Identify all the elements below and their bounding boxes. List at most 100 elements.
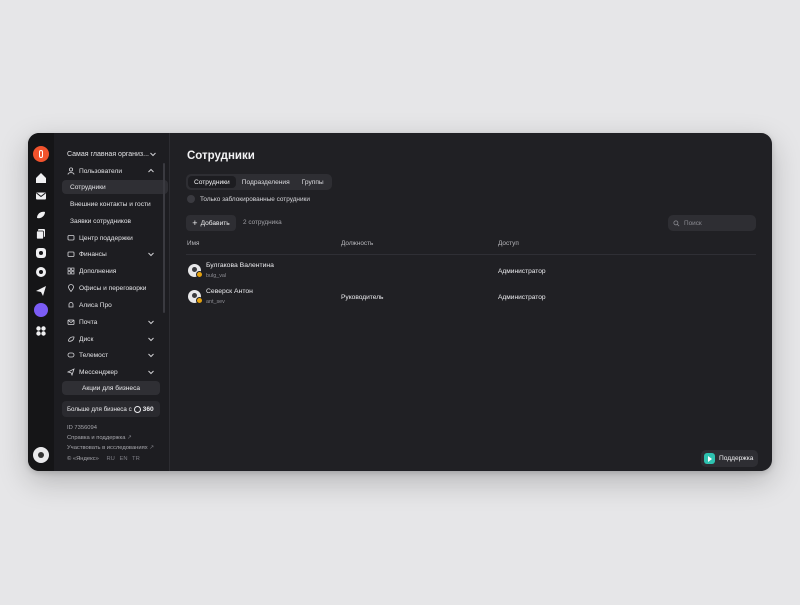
mail-icon[interactable] <box>34 189 48 203</box>
page-title: Сотрудники <box>187 150 255 162</box>
employee-login: bulg_val <box>206 273 227 279</box>
yandex-360-logo[interactable] <box>33 146 49 162</box>
alice-icon[interactable] <box>34 303 48 317</box>
help-link-label: Справка и поддержка <box>67 435 126 441</box>
sidebar-item-finances[interactable]: Финансы <box>62 247 160 261</box>
sidebar-item-users[interactable]: Пользователи <box>62 164 160 178</box>
sidebar-item-mail[interactable]: Почта <box>62 315 160 329</box>
lang-ru[interactable]: RU <box>106 456 114 462</box>
search-icon <box>673 219 680 226</box>
sidebar-item-label: Телемост <box>79 351 109 359</box>
sidebar-item-requests[interactable]: Заявки сотрудников <box>62 214 168 228</box>
sidebar-item-label: Офисы и переговорки <box>79 284 147 292</box>
chevron-up-icon <box>147 167 156 176</box>
sidebar-item-label: Финансы <box>79 250 107 258</box>
org-switcher[interactable]: Самая главная организ... <box>67 149 157 159</box>
footer-copyright-row: © «Яндекс» RU EN TR <box>67 456 143 462</box>
research-link[interactable]: Участвовать в исследованиях ↗ <box>67 445 154 451</box>
sidebar-item-label: Пользователи <box>79 167 123 175</box>
plus-icon: + <box>192 217 198 228</box>
sidebar-item-messenger[interactable]: Мессенджер <box>62 365 160 379</box>
lang-tr[interactable]: TR <box>132 456 140 462</box>
more-for-business-button[interactable]: Больше для бизнеса с 360 <box>62 401 160 417</box>
tab-groups[interactable]: Группы <box>296 176 330 188</box>
lang-en[interactable]: EN <box>119 456 127 462</box>
sidebar-item-offices[interactable]: Офисы и переговорки <box>62 281 160 295</box>
main-content: Сотрудники Сотрудники Подразделения Груп… <box>170 133 772 471</box>
chevron-down-icon <box>149 150 157 158</box>
tracker-icon[interactable] <box>34 246 48 260</box>
disk-icon <box>66 335 75 344</box>
sidebar-item-label: Диск <box>79 335 94 343</box>
send-icon <box>66 368 75 377</box>
sidebar-item-label: Внешние контакты и гости <box>70 200 151 208</box>
column-header-name: Имя <box>187 240 200 247</box>
tab-employees[interactable]: Сотрудники <box>188 176 236 188</box>
sidebar-item-label: Алиса Про <box>79 301 112 309</box>
yandex-360-badge: 360 <box>133 405 154 413</box>
chat-icon <box>66 234 75 243</box>
sidebar-item-support-center[interactable]: Центр поддержки <box>62 231 160 245</box>
sidebar-item-external-contacts[interactable]: Внешние контакты и гости <box>62 197 168 211</box>
sidebar-item-alice[interactable]: Алиса Про <box>62 298 160 312</box>
home-icon[interactable] <box>34 171 48 185</box>
location-pin-icon <box>66 284 75 293</box>
employee-access: Администратор <box>498 268 546 275</box>
service-rail <box>28 133 54 471</box>
sidebar-item-telemost[interactable]: Телемост <box>62 348 160 362</box>
bell-icon <box>66 301 75 310</box>
support-button[interactable]: Поддержка <box>701 450 758 467</box>
video-icon <box>66 351 75 360</box>
mail-icon <box>66 318 75 327</box>
sidebar-item-label: Заявки сотрудников <box>70 217 132 225</box>
messenger-icon[interactable] <box>34 284 48 298</box>
brand-360-label: 360 <box>142 405 154 413</box>
help-link[interactable]: Справка и поддержка ↗ <box>67 435 132 441</box>
add-label: Добавить <box>200 219 230 227</box>
column-header-access: Доступ <box>498 240 519 247</box>
tab-bar: Сотрудники Подразделения Группы <box>186 174 332 190</box>
telemost-icon[interactable] <box>34 265 48 279</box>
search-placeholder: Поиск <box>684 219 702 227</box>
business-promo-label: Акции для бизнеса <box>81 384 141 392</box>
app-window: Самая главная организ... Пользователи Со… <box>28 133 772 471</box>
blocked-only-toggle[interactable]: Только заблокированные сотрудники <box>187 195 310 203</box>
disk-icon[interactable] <box>34 208 48 222</box>
apps-grid-icon[interactable] <box>34 324 48 338</box>
docs-icon[interactable] <box>34 227 48 241</box>
support-label: Поддержка <box>719 455 754 462</box>
sidebar-item-addons[interactable]: Дополнения <box>62 264 160 278</box>
business-promo-button[interactable]: Акции для бизнеса <box>62 381 160 395</box>
grid-icon <box>66 267 75 276</box>
sidebar-item-label: Центр поддержки <box>79 234 133 242</box>
external-link-icon: ↗ <box>149 445 155 451</box>
user-avatar <box>188 264 203 278</box>
sidebar-item-employees[interactable]: Сотрудники <box>62 180 168 194</box>
chevron-down-icon <box>147 318 156 327</box>
employee-position: Руководитель <box>341 294 384 301</box>
employee-name: Булгакова Валентина <box>206 262 274 269</box>
tab-departments[interactable]: Подразделения <box>236 176 296 188</box>
wallet-icon <box>66 250 75 259</box>
add-employee-button[interactable]: + Добавить <box>186 215 236 231</box>
sidebar-item-label: Мессенджер <box>79 368 118 376</box>
account-avatar[interactable] <box>33 447 49 463</box>
table-row[interactable]: Булгакова Валентина bulg_val Администрат… <box>186 260 756 284</box>
more-for-business-label: Больше для бизнеса с <box>67 405 132 413</box>
research-link-label: Участвовать в исследованиях <box>67 445 148 451</box>
support-chat-icon <box>704 453 715 464</box>
employee-access: Администратор <box>498 294 546 301</box>
external-link-icon: ↗ <box>127 435 132 441</box>
sidebar-scrollbar[interactable] <box>163 163 165 313</box>
table-divider <box>186 254 756 255</box>
checkbox[interactable] <box>187 195 195 203</box>
search-input[interactable]: Поиск <box>668 215 756 231</box>
copyright: © «Яндекс» <box>67 456 99 462</box>
sidebar-item-disk[interactable]: Диск <box>62 332 160 346</box>
column-header-position: Должность <box>341 240 374 247</box>
employee-name: Северск Антон <box>206 288 253 295</box>
chevron-down-icon <box>147 335 156 344</box>
table-row[interactable]: Северск Антон ant_sev Руководитель Админ… <box>186 286 756 310</box>
org-id: ID 7356094 <box>67 425 97 431</box>
chevron-down-icon <box>147 250 156 259</box>
